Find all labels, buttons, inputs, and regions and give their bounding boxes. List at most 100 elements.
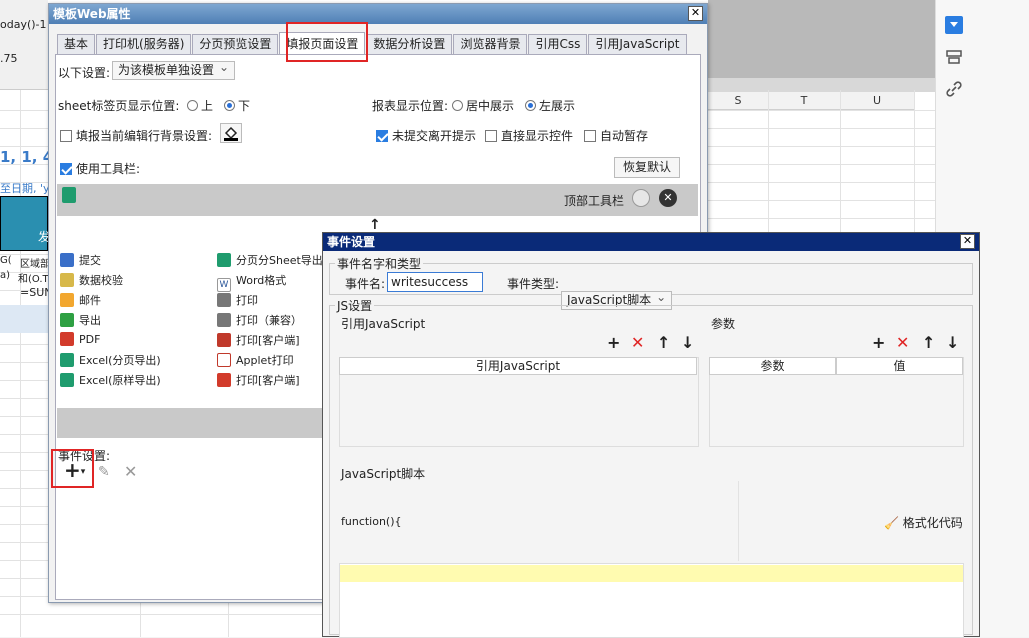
sheet-cell-a: G(	[0, 255, 12, 266]
checkbox-label: 直接显示控件	[501, 129, 574, 143]
paint-bucket-icon[interactable]	[220, 123, 242, 143]
ref-js-column-header[interactable]: 引用JavaScript	[339, 357, 697, 375]
move-up-ref-js-icon[interactable]: ↑	[657, 335, 670, 351]
tool-label: Word格式	[236, 274, 287, 287]
function-signature: function(){	[341, 515, 402, 528]
checkbox-icon[interactable]	[60, 130, 72, 142]
radio-icon[interactable]	[187, 100, 198, 111]
settings-scope-select[interactable]: 为该模板单独设置	[112, 59, 236, 80]
sheet-grey-area	[708, 0, 935, 78]
move-down-ref-js-icon[interactable]: ↓	[681, 335, 694, 351]
link-icon[interactable]	[945, 80, 963, 98]
col-header-u[interactable]: U	[840, 92, 914, 110]
col-header-t[interactable]: T	[768, 92, 840, 110]
tool-applet-print[interactable]: Applet打印	[217, 352, 294, 368]
event-dialog-title: 事件设置	[327, 235, 376, 249]
remove-param-icon[interactable]: ✕	[896, 335, 909, 351]
tool-sheet-export[interactable]: 分页分Sheet导出	[217, 252, 323, 268]
tool-print-client-2[interactable]: 打印[客户端]	[217, 372, 300, 388]
add-param-icon[interactable]: +	[872, 335, 885, 351]
sheet-cell-d: a)	[0, 270, 11, 281]
report-position-label: 报表显示位置:	[372, 99, 449, 113]
remove-ref-js-icon[interactable]: ✕	[631, 335, 644, 351]
use-toolbar-option[interactable]: 使用工具栏:	[60, 160, 140, 177]
checkbox-label: 填报当前编辑行背景设置:	[76, 129, 213, 143]
tool-label: 提交	[79, 254, 101, 267]
sheet-position-bottom-option[interactable]: 下	[221, 97, 250, 114]
value-column-header[interactable]: 值	[836, 357, 963, 375]
radio-selected-icon[interactable]	[224, 100, 235, 111]
dropdown-widget-icon[interactable]	[945, 16, 963, 34]
mail-icon	[60, 293, 74, 307]
radio-label: 下	[238, 99, 251, 113]
fill-row-bg-option[interactable]: 填报当前编辑行背景设置:	[60, 127, 212, 144]
tool-pdf[interactable]: PDF	[60, 332, 100, 346]
radio-selected-icon[interactable]	[525, 100, 536, 111]
report-left-option[interactable]: 左展示	[522, 97, 575, 114]
col-header-s[interactable]: S	[708, 92, 768, 110]
web-dialog-titlebar[interactable]: 模板Web属性 ✕	[49, 4, 707, 24]
edit-icon[interactable]: ✎	[98, 464, 110, 480]
auto-save-option[interactable]: 自动暂存	[584, 127, 648, 144]
add-ref-js-icon[interactable]: +	[607, 335, 620, 351]
tool-print[interactable]: 打印	[217, 292, 258, 308]
tab-page-preview[interactable]: 分页预览设置	[192, 34, 279, 54]
format-code-button[interactable]: 🧹 格式化代码	[884, 514, 963, 531]
tab-data-analysis[interactable]: 数据分析设置	[366, 34, 453, 54]
tool-label: Excel(分页导出)	[79, 354, 161, 367]
close-circle-icon[interactable]: ✕	[659, 189, 677, 207]
move-up-param-icon[interactable]: ↑	[922, 335, 935, 351]
sheet-big-text: 1, 1, 4	[0, 148, 54, 166]
checkbox-checked-icon[interactable]	[60, 163, 72, 175]
submit-icon	[60, 253, 74, 267]
tab-basic[interactable]: 基本	[57, 34, 96, 54]
event-name-input[interactable]: writesuccess	[387, 272, 483, 292]
tab-printer-server[interactable]: 打印机(服务器)	[96, 34, 192, 54]
event-dialog-close-button[interactable]: ✕	[960, 234, 975, 249]
radio-icon[interactable]	[452, 100, 463, 111]
tab-ref-javascript[interactable]: 引用JavaScript	[588, 34, 687, 54]
pencil-icon	[60, 273, 74, 287]
sheet-position-top-option[interactable]: 上	[184, 97, 213, 114]
tool-label: 打印（兼容）	[236, 314, 302, 327]
unsubmit-leave-option[interactable]: 未提交离开提示	[376, 127, 476, 144]
delete-icon[interactable]: ✕	[124, 462, 137, 481]
tool-excel-original[interactable]: Excel(原样导出)	[60, 372, 161, 388]
tool-label: 导出	[79, 314, 101, 327]
tab-browser-background[interactable]: 浏览器背景	[453, 34, 528, 54]
highlight-add-event	[51, 449, 94, 488]
tool-label: 邮件	[79, 294, 101, 307]
excel-export-icon[interactable]	[62, 187, 76, 203]
checkbox-icon[interactable]	[485, 130, 497, 142]
restore-default-button[interactable]: 恢复默认	[614, 157, 680, 178]
report-center-option[interactable]: 居中展示	[449, 97, 514, 114]
tool-print-client[interactable]: 打印[客户端]	[217, 332, 300, 348]
sheet-selected-row	[0, 305, 48, 333]
web-dialog-close-button[interactable]: ✕	[688, 6, 703, 21]
tool-email[interactable]: 邮件	[60, 292, 101, 308]
tool-word[interactable]: W Word格式	[217, 272, 286, 292]
checkbox-icon[interactable]	[584, 130, 596, 142]
gear-icon[interactable]	[632, 189, 650, 207]
sheet-cell-b: 区域部	[20, 259, 50, 270]
move-down-param-icon[interactable]: ↓	[946, 335, 959, 351]
tool-data-check[interactable]: 数据校验	[60, 272, 123, 288]
tab-ref-css[interactable]: 引用Css	[528, 34, 588, 54]
settings-scope-label: 以下设置:	[58, 66, 111, 80]
param-column-header[interactable]: 参数	[709, 357, 836, 375]
ref-js-label: 引用JavaScript	[341, 317, 426, 331]
event-dialog-titlebar[interactable]: 事件设置 ✕	[323, 233, 979, 251]
checkbox-label: 使用工具栏:	[76, 162, 141, 176]
layout-icon[interactable]	[945, 48, 963, 66]
excel-icon	[60, 353, 74, 367]
checkbox-checked-icon[interactable]	[376, 130, 388, 142]
code-current-line[interactable]	[340, 565, 963, 582]
tool-submit[interactable]: 提交	[60, 252, 101, 268]
direct-show-widget-option[interactable]: 直接显示控件	[485, 127, 573, 144]
radio-label: 上	[201, 99, 214, 113]
tool-excel-paged[interactable]: Excel(分页导出)	[60, 352, 161, 368]
tool-export[interactable]: 导出	[60, 312, 101, 328]
tool-label: 数据校验	[79, 274, 123, 287]
arrow-up-icon[interactable]: ↑	[369, 217, 381, 233]
tool-print-compat[interactable]: 打印（兼容）	[217, 312, 302, 328]
